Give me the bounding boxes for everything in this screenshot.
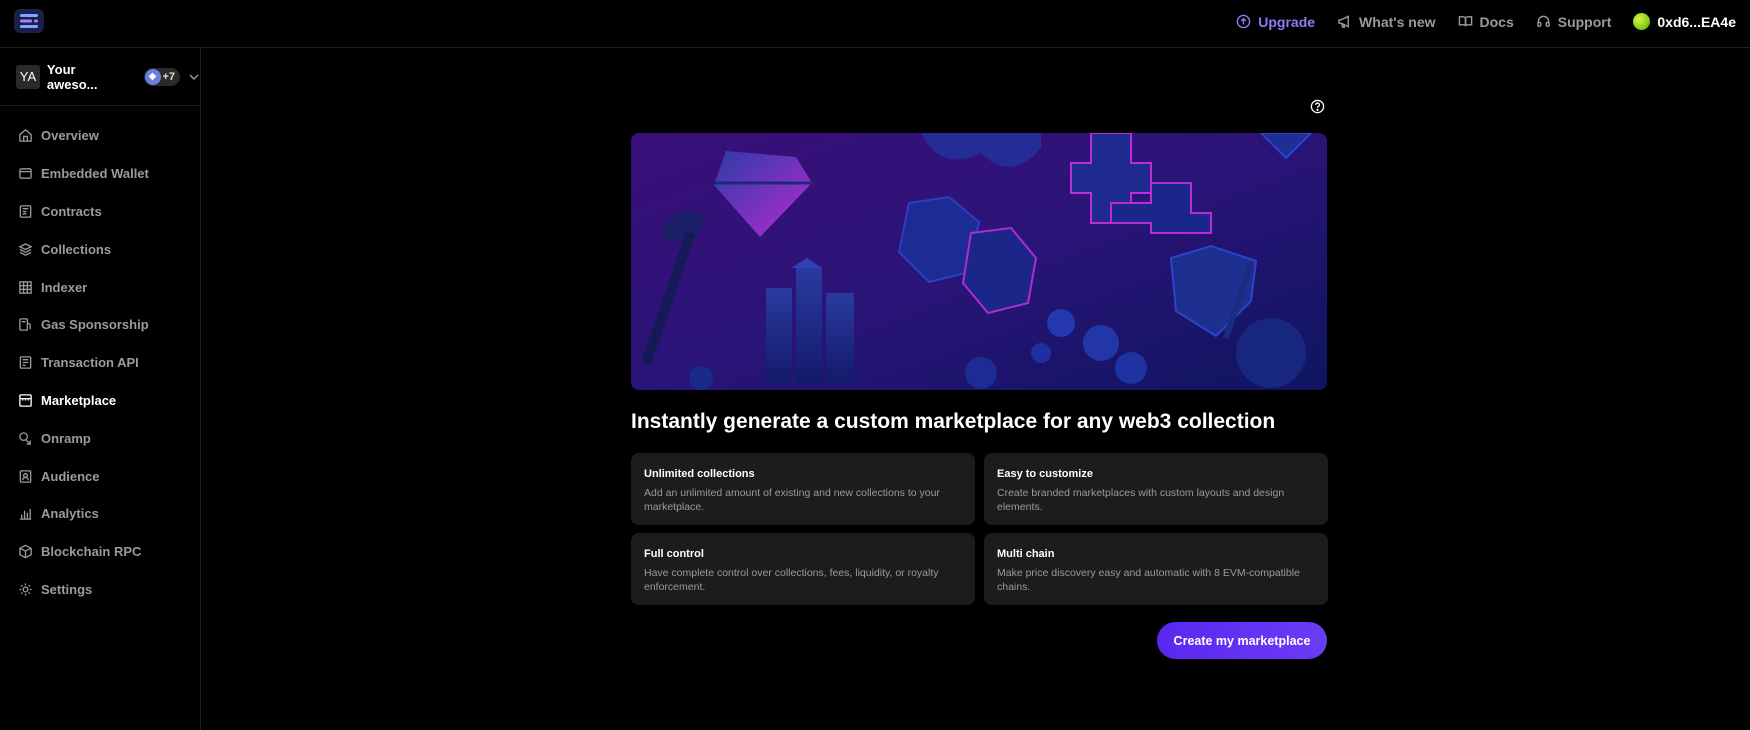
sidebar-item-label: Collections: [41, 241, 112, 257]
sidebar-item-collections[interactable]: Collections: [0, 230, 200, 268]
top-nav: Upgrade What's new Docs Support 0xd6...E…: [1236, 0, 1750, 43]
sidebar: YA Your aweso... ◆ +7 Overview Embedded …: [0, 48, 201, 730]
sidebar-item-label: Indexer: [41, 279, 88, 295]
help-icon[interactable]: [1310, 99, 1325, 114]
sidebar-item-label: Audience: [41, 468, 100, 484]
megaphone-icon: [1338, 15, 1349, 28]
sidebar-item-blockchain-rpc[interactable]: Blockchain RPC: [0, 533, 200, 571]
sidebar-item-label: Gas Sponsorship: [41, 317, 149, 333]
ethereum-icon: ◆: [144, 68, 161, 85]
home-icon: [19, 129, 32, 143]
feature-card-multi-chain: Multi chain Make price discovery easy an…: [984, 533, 1328, 605]
chain-count: +7: [162, 70, 176, 83]
upgrade-link[interactable]: Upgrade: [1236, 14, 1315, 30]
feature-grid: Unlimited collections Add an unlimited a…: [631, 453, 1328, 605]
gas-pump-icon: [19, 318, 31, 332]
feature-title: Unlimited collections: [644, 468, 755, 480]
sidebar-item-label: Transaction API: [41, 355, 139, 371]
feature-title: Multi chain: [997, 548, 1055, 560]
arrow-up-circle-icon: [1236, 14, 1251, 29]
sidebar-item-embedded-wallet[interactable]: Embedded Wallet: [0, 155, 200, 193]
feature-description: Create branded marketplaces with custom …: [997, 487, 1285, 513]
hero-illustration: [631, 133, 1327, 390]
sidebar-item-settings[interactable]: Settings: [0, 571, 200, 609]
sidebar-item-label: Embedded Wallet: [41, 166, 149, 182]
whats-new-link[interactable]: What's new: [1337, 13, 1436, 30]
sidebar-item-label: Marketplace: [41, 392, 117, 408]
document-icon: [19, 356, 32, 369]
whats-new-label: What's new: [1359, 13, 1436, 30]
wallet-avatar: [1633, 13, 1651, 30]
contract-icon: [19, 205, 32, 218]
sidebar-item-label: Blockchain RPC: [41, 544, 142, 560]
sidebar-item-indexer[interactable]: Indexer: [0, 268, 200, 306]
docs-link[interactable]: Docs: [1458, 14, 1514, 30]
sidebar-item-gas-sponsorship[interactable]: Gas Sponsorship: [0, 306, 200, 344]
sidebar-item-audience[interactable]: Audience: [0, 457, 200, 495]
store-icon: [19, 394, 32, 407]
feature-description: Have complete control over collections, …: [644, 567, 939, 593]
sidebar-item-label: Contracts: [41, 203, 102, 219]
feature-card-full-control: Full control Have complete control over …: [631, 533, 975, 605]
wallet-icon: [19, 168, 32, 180]
headset-icon: [1536, 15, 1550, 27]
team-switcher[interactable]: YA Your aweso... ◆ +7: [0, 48, 200, 106]
wallet-button[interactable]: 0xd6...EA4e: [1633, 13, 1736, 30]
feature-card-easy-to-customize: Easy to customize Create branded marketp…: [984, 453, 1328, 525]
sidebar-item-label: Onramp: [41, 430, 91, 446]
layers-icon: [18, 242, 33, 256]
gear-icon: [19, 583, 32, 596]
grid-icon: [19, 280, 32, 294]
cube-icon: [19, 544, 32, 559]
feature-description: Make price discovery easy and automatic …: [997, 567, 1300, 593]
feature-title: Full control: [644, 548, 704, 560]
sidebar-item-contracts[interactable]: Contracts: [0, 193, 200, 231]
feature-title: Easy to customize: [997, 468, 1093, 480]
page-headline: Instantly generate a custom marketplace …: [631, 410, 1276, 433]
chain-badge: ◆ +7: [143, 67, 181, 86]
feature-description: Add an unlimited amount of existing and …: [644, 487, 940, 513]
team-avatar: YA: [16, 64, 40, 89]
sidebar-item-onramp[interactable]: Onramp: [0, 419, 200, 457]
app-logo-icon[interactable]: [14, 9, 44, 33]
create-marketplace-button[interactable]: Create my marketplace: [1157, 622, 1327, 659]
top-bar: Upgrade What's new Docs Support 0xd6...E…: [0, 0, 1750, 48]
sidebar-item-label: Analytics: [41, 506, 99, 522]
sidebar-item-transaction-api[interactable]: Transaction API: [0, 344, 200, 382]
wallet-address: 0xd6...EA4e: [1657, 13, 1736, 30]
docs-label: Docs: [1479, 13, 1514, 30]
feature-card-unlimited-collections: Unlimited collections Add an unlimited a…: [631, 453, 975, 525]
sidebar-item-analytics[interactable]: Analytics: [0, 495, 200, 533]
team-name: Your aweso...: [46, 61, 98, 92]
sidebar-item-marketplace[interactable]: Marketplace: [0, 382, 200, 420]
sidebar-item-label: Overview: [41, 128, 99, 144]
upgrade-label: Upgrade: [1258, 13, 1316, 30]
sidebar-menu: Overview Embedded Wallet Contracts Colle…: [0, 117, 200, 608]
onramp-icon: [19, 431, 31, 445]
bar-chart-icon: [19, 509, 32, 521]
chevron-down-icon: [189, 73, 199, 80]
contact-icon: [19, 469, 32, 483]
support-label: Support: [1557, 13, 1612, 30]
sidebar-item-label: Settings: [41, 581, 93, 597]
book-open-icon: [1458, 16, 1472, 27]
support-link[interactable]: Support: [1536, 13, 1612, 30]
sidebar-item-overview[interactable]: Overview: [0, 117, 200, 155]
